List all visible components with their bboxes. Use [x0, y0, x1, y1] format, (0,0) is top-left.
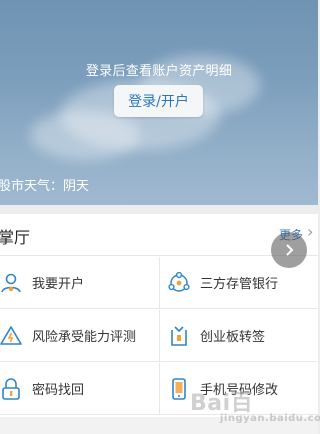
warning-triangle-icon	[0, 323, 24, 349]
service-risk-assessment[interactable]: 风险承受能力评测	[0, 310, 159, 362]
section-header: 掌厅 更多 ›	[0, 214, 318, 268]
service-label: 创业板转签	[200, 330, 266, 345]
account-hero-banner: 登录后查看账户资产明细 登录/开户 股市天气：阴天	[0, 0, 318, 205]
service-password-recovery[interactable]: 密码找回	[0, 363, 159, 415]
market-weather: 股市天气：阴天	[0, 179, 90, 194]
service-open-account[interactable]: 我要开户	[0, 257, 159, 309]
cloud-decoration	[30, 110, 140, 160]
login-tip: 登录后查看账户资产明细	[85, 64, 233, 79]
chevron-right-icon[interactable]: ›	[307, 222, 313, 241]
service-label: 密码找回	[32, 383, 85, 398]
user-add-icon	[0, 270, 24, 296]
baidu-watermark: Bai百 jingyan.baidu.com	[190, 391, 320, 424]
bank-triangle-icon	[166, 270, 192, 296]
lock-icon	[0, 376, 24, 402]
mobile-phone-icon	[166, 376, 192, 402]
section-title: 掌厅	[0, 228, 31, 247]
chevron-right-icon	[286, 244, 294, 256]
service-label: 我要开户	[32, 277, 85, 292]
login-register-button[interactable]: 登录/开户	[114, 85, 203, 117]
service-label: 风险承受能力评测	[32, 330, 137, 345]
service-label: 三方存管银行	[200, 277, 279, 292]
document-tag-icon	[166, 323, 192, 349]
service-gem-signing[interactable]: 创业板转签	[159, 310, 318, 362]
service-custody-bank[interactable]: 三方存管银行	[159, 257, 318, 309]
